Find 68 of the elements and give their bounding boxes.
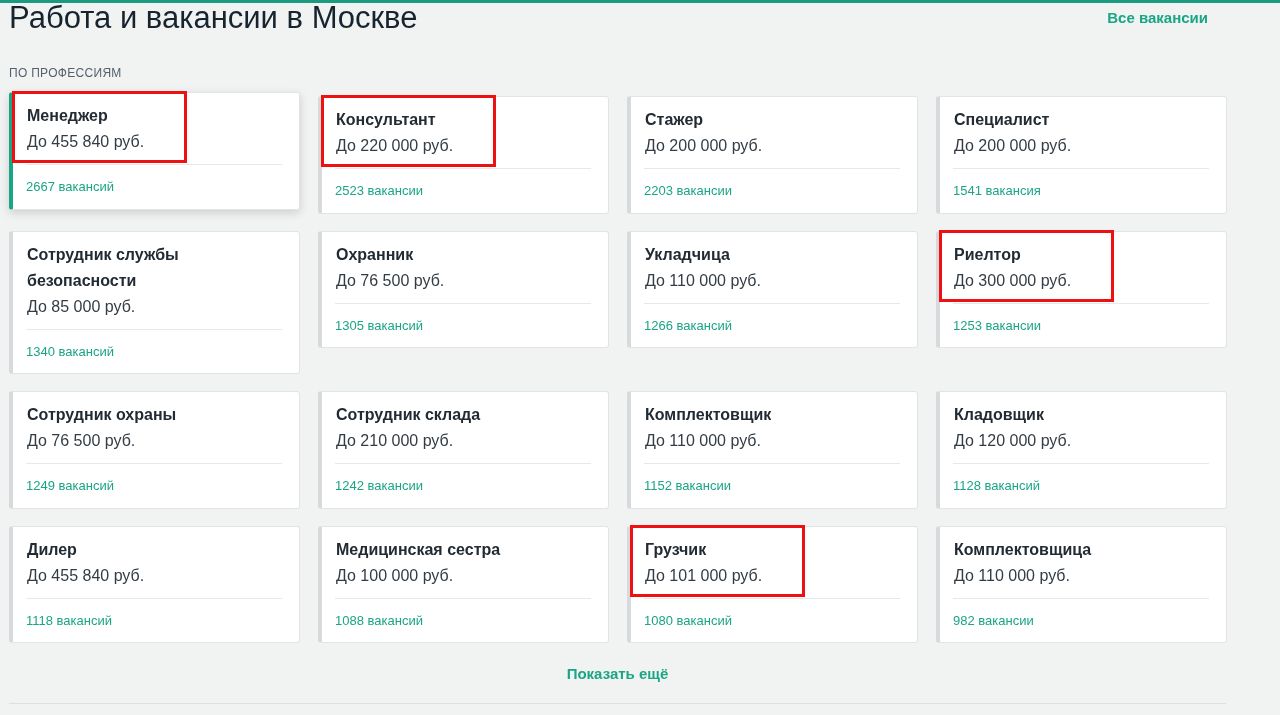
profession-card[interactable]: Менеджер До 455 840 руб. 2667 вакансий [9, 92, 300, 210]
salary-text: До 220 000 руб. [336, 136, 454, 156]
profession-card[interactable]: Консультант До 220 000 руб. 2523 вакансии [318, 96, 609, 214]
profession-title: Укладчица [645, 244, 731, 265]
vacancy-count[interactable]: 1152 вакансии [644, 476, 731, 496]
profession-title: Комплектовщик [645, 405, 772, 425]
profession-card[interactable]: Риелтор До 300 000 руб. 1253 вакансии [936, 230, 1227, 348]
profession-title: Специалист [954, 110, 1051, 130]
profession-title: Комплектовщица [954, 539, 1092, 560]
salary-text: До 110 000 руб. [645, 270, 761, 291]
vacancy-count[interactable]: 2203 вакансии [644, 181, 732, 201]
profession-card[interactable]: Укладчица До 110 000 руб. 1266 вакансий [627, 230, 918, 348]
salary-text: До 110 000 руб. [954, 565, 1071, 586]
vacancy-count[interactable]: 1541 вакансия [953, 181, 1041, 201]
vacancy-count[interactable]: 1242 вакансии [335, 476, 423, 496]
profession-title: Медицинская сестра [336, 539, 501, 560]
profession-card[interactable]: Дилер До 455 840 руб. 1118 вакансий [9, 525, 300, 643]
vacancy-count[interactable]: 2667 вакансий [26, 177, 114, 197]
section-label: ПО ПРОФЕССИЯМ [9, 65, 122, 82]
salary-text: До 101 000 руб. [645, 565, 763, 586]
profession-title: Риелтор [954, 244, 1022, 265]
salary-text: До 100 000 руб. [336, 565, 455, 586]
salary-text: До 200 000 руб. [954, 136, 1072, 156]
profession-card[interactable]: Комплектовщица До 110 000 руб. 982 вакансии [936, 525, 1227, 643]
profession-card[interactable]: Стажер До 200 000 руб. 2203 вакансии [627, 96, 918, 214]
profession-title: Дилер [27, 539, 78, 560]
vacancy-count[interactable]: 1266 вакансий [644, 315, 732, 335]
vacancy-count[interactable]: 1088 вакансий [335, 610, 423, 630]
profession-card[interactable]: Кладовщик До 120 000 руб. 1128 вакансий [936, 391, 1227, 509]
salary-text: До 76 500 руб. [336, 270, 445, 291]
profession-card[interactable]: Охранник До 76 500 руб. 1305 вакансий [318, 230, 609, 348]
page-title: Работа и вакансии в Москве [9, 0, 418, 37]
vacancy-count[interactable]: 982 вакансии [953, 610, 1034, 630]
vacancy-count[interactable]: 1340 вакансий [26, 341, 114, 361]
salary-text: До 85 000 руб. [27, 296, 137, 317]
profession-title: Охранник [336, 244, 415, 265]
profession-title: Консультант [336, 110, 437, 130]
vacancy-count[interactable]: 1305 вакансий [335, 315, 423, 335]
salary-text: До 210 000 руб. [336, 431, 455, 451]
salary-text: До 455 840 руб. [27, 565, 145, 586]
salary-text: До 120 000 руб. [954, 431, 1072, 451]
profession-card[interactable]: Сотрудник службы безопасности До 85 000 руб. 1340 вакансий [9, 230, 300, 374]
vacancy-count[interactable]: 2523 вакансии [335, 181, 423, 201]
profession-card[interactable]: Комплектовщик До 110 000 руб. 1152 вакансии [627, 391, 918, 509]
profession-title: Сотрудник охраны [27, 405, 177, 425]
profession-title: Сотрудник службы безопасности [27, 244, 180, 291]
vacancy-count[interactable]: 1249 вакансий [26, 476, 114, 496]
salary-text: До 300 000 руб. [954, 270, 1072, 291]
profession-title: Грузчик [645, 539, 708, 560]
profession-title: Кладовщик [954, 405, 1045, 425]
all-vacancies-link[interactable]: Все вакансии [1107, 6, 1208, 30]
profession-title: Стажер [645, 110, 705, 130]
vacancy-count[interactable]: 1118 вакансий [26, 610, 112, 630]
profession-card[interactable]: Сотрудник склада До 210 000 руб. 1242 вакансии [318, 391, 609, 509]
profession-card[interactable]: Грузчик До 101 000 руб. 1080 вакансий [627, 525, 918, 643]
salary-text: До 110 000 руб. [645, 431, 762, 451]
profession-card[interactable]: Сотрудник охраны До 76 500 руб. 1249 вакансий [9, 391, 300, 509]
salary-text: До 200 000 руб. [645, 136, 763, 156]
profession-title: Менеджер [27, 106, 109, 126]
vacancy-count[interactable]: 1128 вакансий [953, 476, 1040, 496]
show-more-button[interactable]: Показать ещё [566, 663, 669, 686]
vacancy-count[interactable]: 1253 вакансии [953, 315, 1041, 335]
vacancy-count[interactable]: 1080 вакансий [644, 610, 732, 630]
salary-text: До 455 840 руб. [27, 132, 145, 152]
profession-card[interactable]: Специалист До 200 000 руб. 1541 вакансия [936, 96, 1227, 214]
profession-card[interactable]: Медицинская сестра До 100 000 руб. 1088 вакансий [318, 525, 609, 643]
profession-title: Сотрудник склада [336, 405, 481, 425]
salary-text: До 76 500 руб. [27, 431, 137, 451]
